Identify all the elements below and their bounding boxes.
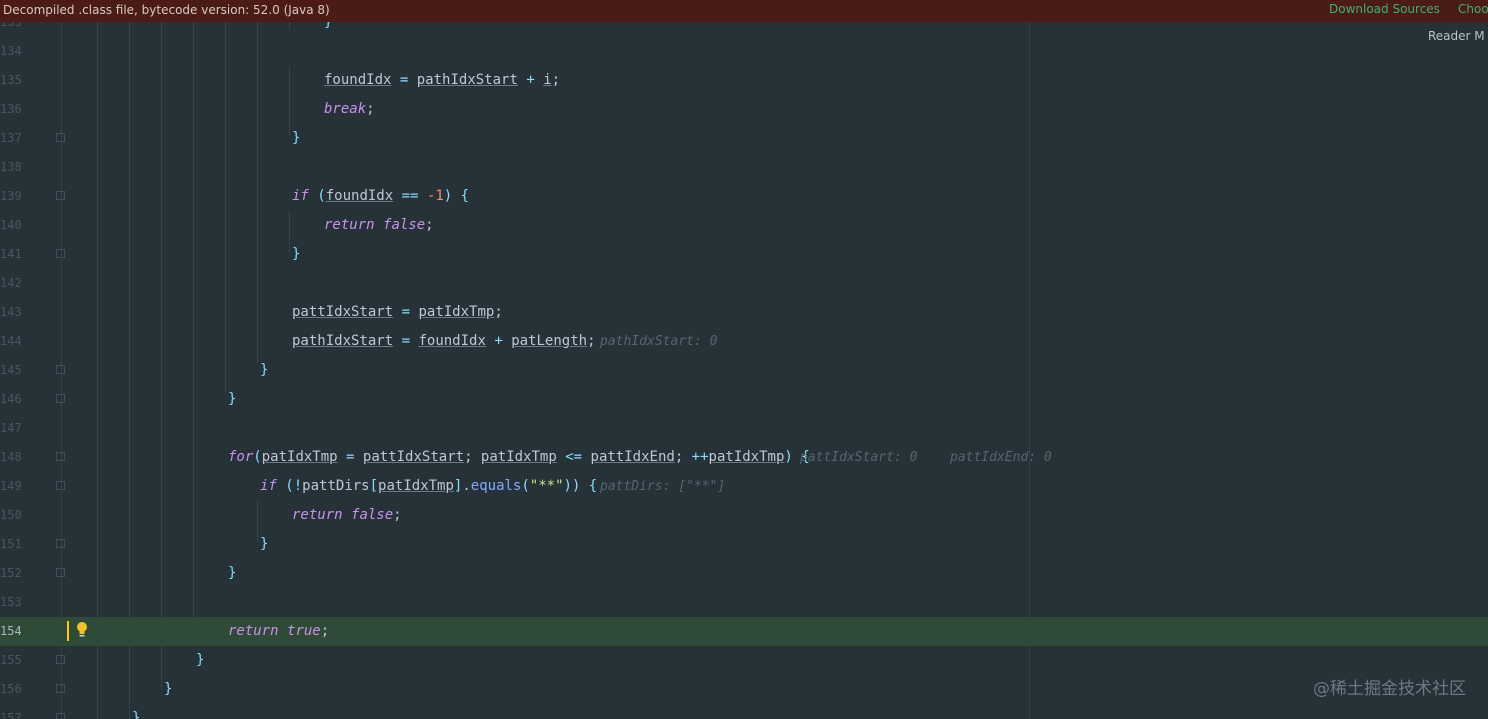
text-caret <box>67 621 69 641</box>
fold-marker-icon[interactable] <box>56 249 65 258</box>
code-line: 148 for(patIdxTmp = pattIdxStart; patIdx… <box>0 443 1488 472</box>
code-line: 156 } <box>0 675 1488 704</box>
code-line: 146 } <box>0 385 1488 414</box>
line-number: 133 <box>0 22 21 29</box>
line-number: 142 <box>0 276 21 290</box>
line-number: 141 <box>0 247 21 261</box>
code-line: 157 } <box>0 704 1488 719</box>
inline-value-hint: pattIdxEnd: 0 <box>950 450 1052 465</box>
line-number: 139 <box>0 189 21 203</box>
line-number: 146 <box>0 392 21 406</box>
code-line: 138 <box>0 153 1488 182</box>
line-number: 147 <box>0 421 21 435</box>
code-text: } <box>164 681 173 697</box>
line-number: 143 <box>0 305 21 319</box>
code-text: } <box>260 536 269 552</box>
code-line: 133 } <box>0 22 1488 37</box>
code-text: pathIdxStart = foundIdx + patLength; <box>292 333 596 349</box>
fold-marker-icon[interactable] <box>56 191 65 200</box>
code-line: 152 } <box>0 559 1488 588</box>
code-line: 151 } <box>0 530 1488 559</box>
code-text: } <box>324 22 333 30</box>
code-line: 150 return false; <box>0 501 1488 530</box>
code-line: 147 <box>0 414 1488 443</box>
fold-marker-icon[interactable] <box>56 539 65 548</box>
code-text: if (foundIdx == -1) { <box>292 188 470 204</box>
fold-marker-icon[interactable] <box>56 133 65 142</box>
current-code-line: 154 return true; <box>0 617 1488 646</box>
code-text: if (!pattDirs[patIdxTmp].equals("**")) { <box>260 478 598 494</box>
fold-marker-icon[interactable] <box>56 452 65 461</box>
line-number: 157 <box>0 711 21 719</box>
line-number: 135 <box>0 73 21 87</box>
code-text: } <box>228 391 237 407</box>
watermark: @稀土掘金技术社区 <box>1313 679 1466 699</box>
code-line: 137 } <box>0 124 1488 153</box>
code-text: } <box>292 130 301 146</box>
line-number: 152 <box>0 566 21 580</box>
code-text: pattIdxStart = patIdxTmp; <box>292 304 503 320</box>
fold-marker-icon[interactable] <box>56 394 65 403</box>
code-text: return true; <box>228 623 330 639</box>
fold-marker-icon[interactable] <box>56 713 65 719</box>
code-line: 153 <box>0 588 1488 617</box>
line-number: 137 <box>0 131 21 145</box>
lightbulb-icon[interactable] <box>76 621 88 639</box>
line-number: 136 <box>0 102 21 116</box>
line-number: 155 <box>0 653 21 667</box>
code-text: } <box>132 710 141 719</box>
line-number: 153 <box>0 595 21 609</box>
inline-value-hint: pattDirs: ["**"] <box>600 479 726 494</box>
code-line: 145 } <box>0 356 1488 385</box>
code-editor[interactable]: 133 } 134 135 foundIdx = pathIdxStart + … <box>0 22 1488 719</box>
line-number: 140 <box>0 218 21 232</box>
line-number: 156 <box>0 682 21 696</box>
code-line: 141 } <box>0 240 1488 269</box>
code-line: 140 return false; <box>0 211 1488 240</box>
fold-marker-icon[interactable] <box>56 568 65 577</box>
code-text: foundIdx = pathIdxStart + i; <box>324 72 561 88</box>
fold-marker-icon[interactable] <box>56 365 65 374</box>
code-line: 142 <box>0 269 1488 298</box>
code-line: 144 pathIdxStart = foundIdx + patLength;… <box>0 327 1488 356</box>
choose-sources-link[interactable]: Choo <box>1458 2 1488 16</box>
line-number: 151 <box>0 537 21 551</box>
line-number: 150 <box>0 508 21 522</box>
decompiled-banner: Decompiled .class file, bytecode version… <box>0 0 1488 22</box>
code-line: 134 <box>0 37 1488 66</box>
decompiled-message: Decompiled .class file, bytecode version… <box>3 3 330 17</box>
code-text: break; <box>324 101 375 117</box>
line-number: 148 <box>0 450 21 464</box>
code-line: 149 if (!pattDirs[patIdxTmp].equals("**"… <box>0 472 1488 501</box>
code-text: } <box>260 362 269 378</box>
inline-value-hint: pathIdxStart: 0 <box>600 334 718 349</box>
code-text: } <box>228 565 237 581</box>
line-number: 154 <box>0 624 21 638</box>
code-text: } <box>196 652 205 668</box>
line-number: 138 <box>0 160 21 174</box>
download-sources-link[interactable]: Download Sources <box>1329 2 1440 16</box>
line-number: 149 <box>0 479 21 493</box>
code-line: 155 } <box>0 646 1488 675</box>
code-line: 139 if (foundIdx == -1) { <box>0 182 1488 211</box>
code-line: 135 foundIdx = pathIdxStart + i; <box>0 66 1488 95</box>
code-text: return false; <box>324 217 434 233</box>
fold-marker-icon[interactable] <box>56 481 65 490</box>
code-line: 136 break; <box>0 95 1488 124</box>
code-text: } <box>292 246 301 262</box>
code-line: 143 pattIdxStart = patIdxTmp; <box>0 298 1488 327</box>
line-number: 134 <box>0 44 21 58</box>
code-text: return false; <box>292 507 402 523</box>
inline-value-hint: pattIdxStart: 0 <box>800 450 918 465</box>
line-number: 145 <box>0 363 21 377</box>
code-text: for(patIdxTmp = pattIdxStart; patIdxTmp … <box>228 449 810 465</box>
fold-marker-icon[interactable] <box>56 684 65 693</box>
fold-marker-icon[interactable] <box>56 655 65 664</box>
line-number: 144 <box>0 334 21 348</box>
